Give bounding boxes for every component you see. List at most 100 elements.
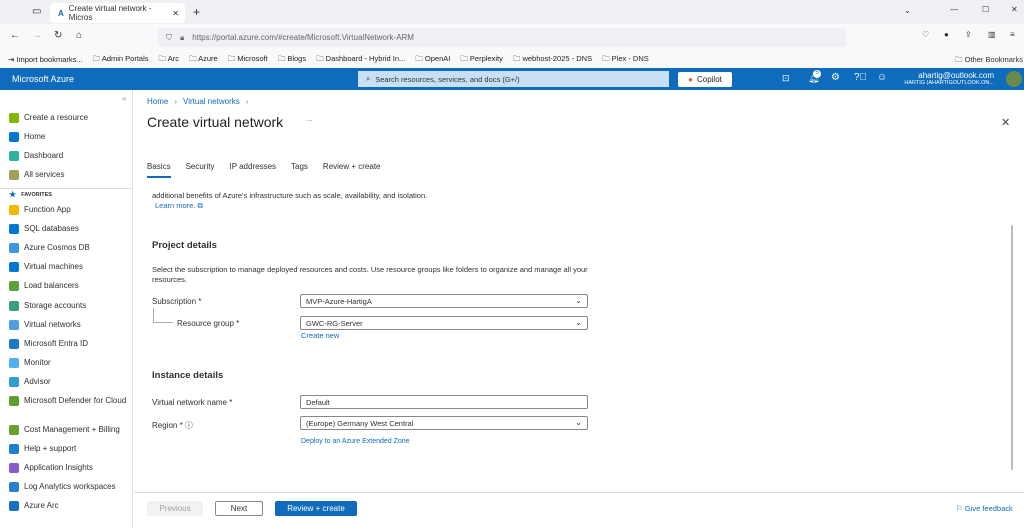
sidebar-item-all-services[interactable]: All services: [9, 170, 131, 180]
collapse-sidebar-icon[interactable]: «: [122, 94, 126, 103]
breadcrumb-home[interactable]: Home: [147, 97, 168, 106]
subscription-dropdown[interactable]: MVP-Azure-HartigA ⌄: [300, 294, 588, 308]
sidebar-item-microsoft-defender-for-cloud[interactable]: Microsoft Defender for Cloud: [9, 396, 131, 406]
sidebar-item-load-balancers[interactable]: Load balancers: [9, 281, 131, 292]
sidebar-item-cost-management-billing[interactable]: Cost Management + Billing: [9, 425, 131, 435]
bookmark-item[interactable]: 🗀 Azure: [189, 53, 218, 66]
notification-badge: 5: [813, 70, 821, 78]
chevron-down-icon: ⌄: [575, 318, 582, 327]
scrollbar[interactable]: [1011, 225, 1013, 470]
portal-search-input[interactable]: ⌕ Search resources, services, and docs (G…: [358, 71, 669, 87]
sidebar-item-log-analytics-workspaces[interactable]: Log Analytics workspaces: [9, 482, 131, 493]
home-icon[interactable]: ⌂: [76, 30, 82, 41]
wallet-icon[interactable]: ▥: [988, 30, 996, 39]
sidebar-item-monitor[interactable]: Monitor: [9, 357, 131, 368]
give-feedback-link[interactable]: ⚐ Give feedback: [956, 504, 1013, 513]
favorites-header: ★ FAVORITES: [9, 190, 131, 200]
portal-brand[interactable]: Microsoft Azure: [12, 74, 74, 84]
tab-basics[interactable]: Basics: [147, 162, 171, 178]
next-button[interactable]: Next: [215, 501, 263, 516]
sidebar-item-azure-cosmos-db[interactable]: Azure Cosmos DB: [9, 243, 131, 254]
bookmark-label: Azure: [198, 53, 218, 63]
tab-review-create[interactable]: Review + create: [323, 162, 381, 178]
sidebar-item-home[interactable]: Home: [9, 132, 131, 142]
sidebar-item-label: Create a resource: [24, 113, 89, 122]
previous-button[interactable]: Previous: [147, 501, 203, 516]
sidebar-item-azure-arc[interactable]: Azure Arc: [9, 501, 131, 512]
back-icon[interactable]: ←: [10, 30, 20, 41]
address-bar[interactable]: ⛉ 🔒︎ https://portal.azure.com/#create/Mic…: [158, 28, 846, 47]
sidebar-item-virtual-networks[interactable]: Virtual networks: [9, 319, 131, 330]
chevron-down-icon[interactable]: ⌄: [904, 6, 911, 15]
extended-zone-link[interactable]: Deploy to an Azure Extended Zone: [301, 438, 410, 445]
resource-group-dropdown[interactable]: GWC-RG-Server ⌄: [300, 316, 588, 330]
sidebar-item-microsoft-entra-id[interactable]: Microsoft Entra ID: [9, 338, 131, 349]
service-icon: [9, 170, 19, 180]
tab-overview-icon[interactable]: ▭: [32, 6, 41, 17]
region-dropdown[interactable]: (Europe) Germany West Central ⌄: [300, 416, 588, 430]
copilot-label: Copilot: [696, 75, 722, 84]
avatar[interactable]: [1006, 71, 1022, 87]
account-info[interactable]: ahartig@outlook.com HARTIG (AHARTIGOUTLO…: [904, 71, 994, 86]
cloud-shell-icon[interactable]: ⊡: [782, 73, 790, 84]
give-feedback-label: Give feedback: [964, 504, 1013, 513]
bookmark-item[interactable]: 🗀 Plex - DNS: [602, 53, 649, 66]
other-bookmarks[interactable]: 🗀 Other Bookmarks: [955, 54, 1023, 67]
close-tab-icon[interactable]: ✕: [172, 9, 179, 18]
bookmark-label: Plex - DNS: [611, 53, 649, 63]
sidebar-item-help-support[interactable]: Help + support: [9, 444, 131, 455]
reload-icon[interactable]: ↻: [54, 30, 62, 41]
sidebar-item-label: Microsoft Entra ID: [24, 338, 89, 348]
vnet-name-input[interactable]: Default: [300, 395, 588, 409]
review-create-button[interactable]: Review + create: [275, 501, 357, 516]
folder-icon: 🗀: [92, 53, 102, 63]
service-icon: [9, 425, 19, 435]
forward-icon[interactable]: →: [32, 30, 42, 41]
sidebar-item-virtual-machines[interactable]: Virtual machines: [9, 262, 131, 273]
tab-security[interactable]: Security: [186, 162, 215, 178]
sidebar-item-application-insights[interactable]: Application Insights: [9, 463, 131, 474]
tab-ip-addresses[interactable]: IP addresses: [229, 162, 276, 178]
info-icon[interactable]: ⓘ: [185, 421, 193, 430]
bookmark-item[interactable]: 🗀 Microsoft: [228, 53, 268, 66]
bookmark-item[interactable]: 🗀 Arc: [159, 53, 179, 66]
menu-icon[interactable]: ≡: [1010, 30, 1015, 39]
new-tab-icon[interactable]: +: [193, 5, 200, 19]
sidebar-item-dashboard[interactable]: Dashboard: [9, 151, 131, 161]
share-icon[interactable]: ⇪: [965, 30, 972, 39]
instance-details-heading: Instance details: [152, 370, 224, 381]
sidebar-item-function-app[interactable]: Function App: [9, 205, 131, 215]
bookmark-item[interactable]: 🗀 Dashboard - Hybrid In...: [316, 53, 405, 66]
help-icon[interactable]: ?⃝: [854, 72, 867, 83]
create-new-link[interactable]: Create new: [301, 331, 339, 340]
feedback-icon[interactable]: ☺: [877, 72, 887, 83]
bookmark-item[interactable]: 🗀 Perplexity: [460, 53, 503, 66]
minimize-icon[interactable]: —: [950, 5, 958, 14]
sidebar-item-create-a-resource[interactable]: Create a resource: [9, 113, 131, 123]
bookmark-item[interactable]: 🗀 OpenAI: [415, 53, 450, 66]
settings-gear-icon[interactable]: ⚙: [831, 72, 840, 83]
extension-icon[interactable]: ●: [944, 30, 949, 39]
browser-tab[interactable]: A Create virtual network - Micros ✕: [50, 3, 185, 23]
learn-more-link[interactable]: Learn more. ⧉: [155, 201, 203, 211]
tab-tags[interactable]: Tags: [291, 162, 308, 178]
close-window-icon[interactable]: ✕: [1011, 5, 1018, 14]
sidebar-item-sql-databases[interactable]: SQL databases: [9, 224, 131, 235]
lock-icon: 🔒︎: [180, 32, 185, 42]
bookmark-item[interactable]: 🗀 webhost-2025 - DNS: [513, 53, 592, 66]
copilot-button[interactable]: ● Copilot: [678, 72, 732, 87]
service-icon: [9, 243, 19, 254]
bookmark-item[interactable]: ⇥ Import bookmarks...: [8, 55, 83, 64]
url-text: https://portal.azure.com/#create/Microso…: [192, 33, 414, 42]
bookmark-item[interactable]: 🗀 Blogs: [278, 53, 306, 66]
pocket-icon[interactable]: ♡: [922, 30, 929, 39]
bookmark-item[interactable]: 🗀 Admin Portals: [93, 53, 149, 66]
bookmark-label: Arc: [167, 53, 179, 63]
sidebar-item-storage-accounts[interactable]: Storage accounts: [9, 300, 131, 311]
close-icon[interactable]: ✕: [1001, 116, 1010, 129]
chevron-down-icon: ⌄: [575, 418, 582, 427]
breadcrumb-virtual-networks[interactable]: Virtual networks: [183, 97, 240, 106]
more-options-button[interactable]: ...: [306, 114, 313, 123]
maximize-icon[interactable]: ☐: [982, 5, 989, 14]
sidebar-item-advisor[interactable]: Advisor: [9, 376, 131, 387]
